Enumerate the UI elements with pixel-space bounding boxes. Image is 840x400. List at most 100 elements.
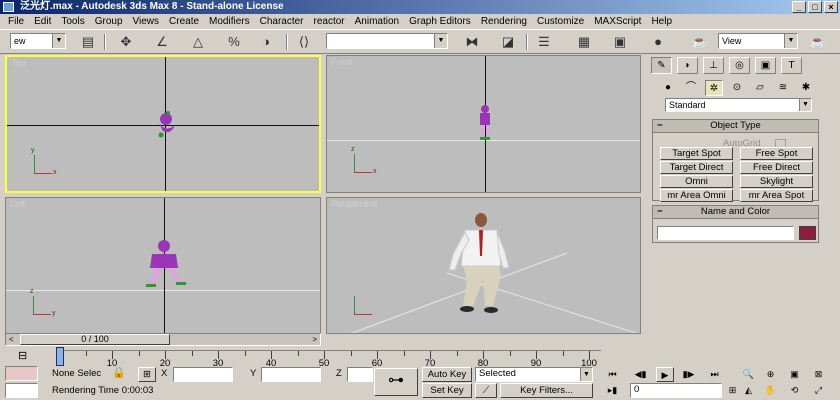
timeline-filter-icon[interactable]: ⊟ xyxy=(18,349,27,362)
menu-reactor[interactable]: reactor xyxy=(309,14,350,29)
hierarchy-tab-icon[interactable]: ⊥ xyxy=(703,57,724,74)
selection-filter-combo[interactable]: ew ▼ xyxy=(10,33,66,49)
viewport-label[interactable]: Front xyxy=(331,57,352,67)
zoom-icon[interactable]: 🔍 xyxy=(740,367,757,382)
time-configuration-icon[interactable]: ⊞ xyxy=(724,383,741,398)
menu-character[interactable]: Character xyxy=(255,14,309,29)
character-figure-top[interactable] xyxy=(151,109,181,141)
viewport-label[interactable]: Top xyxy=(11,58,26,68)
default-tangent-icon[interactable]: ⟋ xyxy=(475,383,497,398)
skylight-button[interactable]: Skylight xyxy=(740,175,813,188)
menu-edit[interactable]: Edit xyxy=(29,14,56,29)
go-to-end-icon[interactable]: ⏭ xyxy=(706,367,723,382)
mr-area-omni-button[interactable]: mr Area Omni xyxy=(660,189,733,202)
mirror-icon[interactable]: ⧓ xyxy=(462,33,482,51)
prev-frame-icon[interactable]: < xyxy=(9,334,14,345)
character-figure-left[interactable] xyxy=(142,238,192,292)
name-and-color-header[interactable]: − Name and Color xyxy=(653,206,818,219)
key-mode-toggle-icon[interactable]: ▸▮ xyxy=(604,383,621,398)
display-tab-icon[interactable]: ▣ xyxy=(755,57,776,74)
free-direct-button[interactable]: Free Direct xyxy=(740,161,813,174)
target-direct-button[interactable]: Target Direct xyxy=(660,161,733,174)
snap-toggle-icon[interactable]: △ xyxy=(188,33,208,51)
quick-render-icon[interactable]: ☕ xyxy=(808,33,828,51)
time-slider[interactable]: < 0 / 100 > xyxy=(5,333,321,346)
menu-modifiers[interactable]: Modifiers xyxy=(204,14,255,29)
free-spot-button[interactable]: Free Spot xyxy=(740,147,813,160)
time-slider-thumb[interactable]: 0 / 100 xyxy=(20,334,170,345)
next-frame-button-icon[interactable]: ▮▶ xyxy=(680,367,697,382)
next-frame-icon[interactable]: > xyxy=(312,334,317,345)
systems-icon[interactable]: ✱ xyxy=(797,80,815,96)
x-coordinate-field[interactable] xyxy=(173,367,233,382)
spinner-snap-icon[interactable]: ◑ xyxy=(256,33,276,51)
viewport-label[interactable]: Left xyxy=(10,199,25,209)
absolute-mode-icon[interactable]: ⊞ xyxy=(138,367,156,382)
target-spot-button[interactable]: Target Spot xyxy=(660,147,733,160)
cameras-icon[interactable]: ⊙ xyxy=(728,80,746,96)
zoom-all-icon[interactable]: ⊕ xyxy=(762,367,779,382)
key-mode-dropdown[interactable]: Selected ▼ xyxy=(475,367,593,382)
key-filters-button[interactable]: Key Filters... xyxy=(500,383,593,398)
select-by-name-icon[interactable]: ▤ xyxy=(78,33,98,51)
viewport-perspective[interactable]: Perspective xyxy=(326,197,641,334)
create-tab-icon[interactable]: ✎ xyxy=(651,57,672,74)
businessman-model[interactable] xyxy=(439,210,519,318)
lights-icon[interactable]: ✲ xyxy=(705,80,723,96)
render-scene-icon[interactable]: ☕ xyxy=(690,33,710,51)
viewport-top[interactable]: Top y x xyxy=(5,55,321,193)
object-name-field[interactable] xyxy=(657,226,794,240)
minimize-button[interactable]: _ xyxy=(792,1,806,13)
y-coordinate-field[interactable] xyxy=(261,367,321,382)
set-key-button[interactable]: Set Key xyxy=(422,383,472,398)
menu-tools[interactable]: Tools xyxy=(56,14,89,29)
zoom-extents-all-icon[interactable]: ⊠ xyxy=(810,367,827,382)
layer-manager-icon[interactable]: ☰ xyxy=(534,33,554,51)
omni-button[interactable]: Omni xyxy=(660,175,733,188)
modify-tab-icon[interactable]: ◗ xyxy=(677,57,698,74)
view-combo[interactable]: View ▼ xyxy=(718,33,798,49)
close-button[interactable]: × xyxy=(824,1,838,13)
viewport-left[interactable]: Left z y xyxy=(5,197,321,334)
edit-named-selection-icon[interactable]: ⟨⟩ xyxy=(294,33,314,51)
geometry-icon[interactable]: ● xyxy=(659,80,677,96)
arc-rotate-icon[interactable]: ⟲ xyxy=(786,383,803,398)
go-to-start-icon[interactable]: ⏮ xyxy=(604,367,621,382)
maximize-viewport-icon[interactable]: ⤢ xyxy=(810,383,827,398)
maximize-button[interactable]: □ xyxy=(808,1,822,13)
menu-help[interactable]: Help xyxy=(646,14,677,29)
mr-area-spot-button[interactable]: mr Area Spot xyxy=(740,189,813,202)
z-coordinate-field[interactable] xyxy=(347,367,373,382)
object-type-header[interactable]: − Object Type xyxy=(653,120,818,133)
field-of-view-icon[interactable]: ◭ xyxy=(740,383,757,398)
previous-frame-icon[interactable]: ◀▮ xyxy=(632,367,649,382)
category-dropdown[interactable]: Standard ▼ xyxy=(665,98,812,112)
menu-views[interactable]: Views xyxy=(128,14,165,29)
zoom-extents-icon[interactable]: ▣ xyxy=(786,367,803,382)
pan-icon[interactable]: ✋ xyxy=(762,383,779,398)
maxscript-mini-field[interactable] xyxy=(5,383,38,398)
align-icon[interactable]: ◪ xyxy=(498,33,518,51)
menu-animation[interactable]: Animation xyxy=(350,14,404,29)
play-icon[interactable]: ▶ xyxy=(656,367,674,382)
current-time-marker[interactable] xyxy=(56,347,64,366)
lock-icon[interactable]: 🔒 xyxy=(112,366,126,380)
utilities-tab-icon[interactable]: T xyxy=(781,57,802,74)
named-selection-combo[interactable]: ▼ xyxy=(326,33,448,49)
shapes-icon[interactable]: ⌒ xyxy=(682,80,700,96)
percent-snap-icon[interactable]: % xyxy=(224,33,244,51)
app-icon[interactable] xyxy=(3,2,14,12)
curve-editor-icon[interactable]: ▦ xyxy=(574,33,594,51)
character-figure-front[interactable] xyxy=(475,104,495,142)
select-and-move-icon[interactable]: ✥ xyxy=(116,33,136,51)
space-warps-icon[interactable]: ≋ xyxy=(774,80,792,96)
menu-customize[interactable]: Customize xyxy=(532,14,589,29)
menu-create[interactable]: Create xyxy=(164,14,204,29)
angle-snap-icon[interactable]: ∠ xyxy=(152,33,172,51)
viewport-front[interactable]: Front z x xyxy=(326,55,641,193)
track-bar[interactable]: 0 10 20 30 40 50 60 70 80 90 100 xyxy=(56,350,601,369)
schematic-view-icon[interactable]: ▣ xyxy=(610,33,630,51)
menu-file[interactable]: File xyxy=(0,14,29,29)
motion-tab-icon[interactable]: ◎ xyxy=(729,57,750,74)
menu-maxscript[interactable]: MAXScript xyxy=(589,14,646,29)
